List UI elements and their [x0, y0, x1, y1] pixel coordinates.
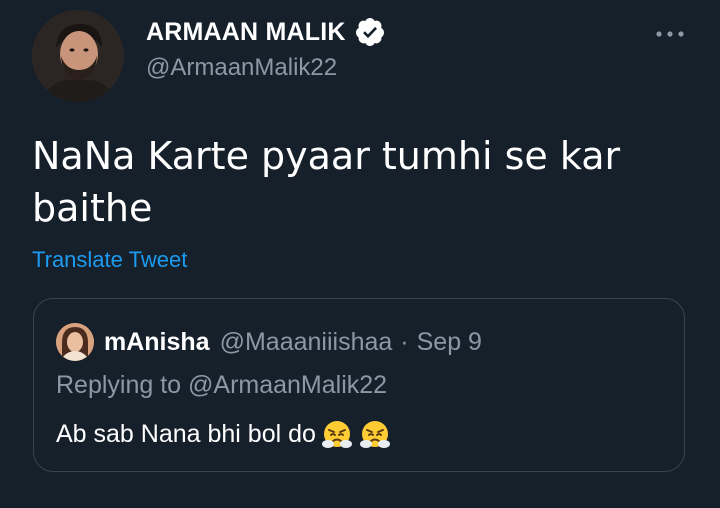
author-avatar-image	[32, 10, 124, 102]
quoted-tweet-header: mAnisha @Maaaniiishaa · Sep 9	[104, 323, 482, 361]
tweet-text: NaNa Karte pyaar tumhi se kar baithe	[32, 134, 621, 230]
face-with-steam-from-nose-icon	[320, 417, 354, 451]
author-avatar[interactable]	[32, 10, 124, 102]
more-options-button[interactable]	[652, 26, 688, 42]
face-with-steam-from-nose-icon	[358, 417, 392, 451]
quoted-author-name[interactable]: mAnisha	[104, 328, 210, 357]
quoted-author-avatar-image	[56, 323, 94, 361]
quoted-tweet-text-row: Ab sab Nana bhi bol do	[56, 417, 392, 451]
quoted-author-handle[interactable]: @Maaaniiishaa	[220, 328, 393, 357]
author-display-name[interactable]: ARMAAN MALIK	[146, 18, 346, 47]
quoted-tweet-text: Ab sab Nana bhi bol do	[56, 419, 316, 448]
display-name-row: ARMAAN MALIK	[146, 14, 626, 50]
more-options-icon	[656, 31, 684, 37]
quoted-author-avatar[interactable]	[56, 323, 94, 361]
translate-tweet-link[interactable]: Translate Tweet	[32, 247, 187, 273]
author-handle[interactable]: @ArmaanMalik22	[146, 54, 626, 82]
separator-dot: ·	[400, 327, 409, 356]
tweet: ARMAAN MALIK @ArmaanMalik22 NaNa Karte p…	[0, 0, 720, 508]
replying-to-text: Replying to @ArmaanMalik22	[56, 371, 388, 399]
verified-badge-icon	[354, 16, 386, 48]
author-info: ARMAAN MALIK @ArmaanMalik22	[146, 14, 626, 82]
quoted-tweet-card[interactable]: mAnisha @Maaaniiishaa · Sep 9 Replying t…	[33, 298, 685, 472]
quoted-tweet-date[interactable]: Sep 9	[417, 328, 482, 357]
